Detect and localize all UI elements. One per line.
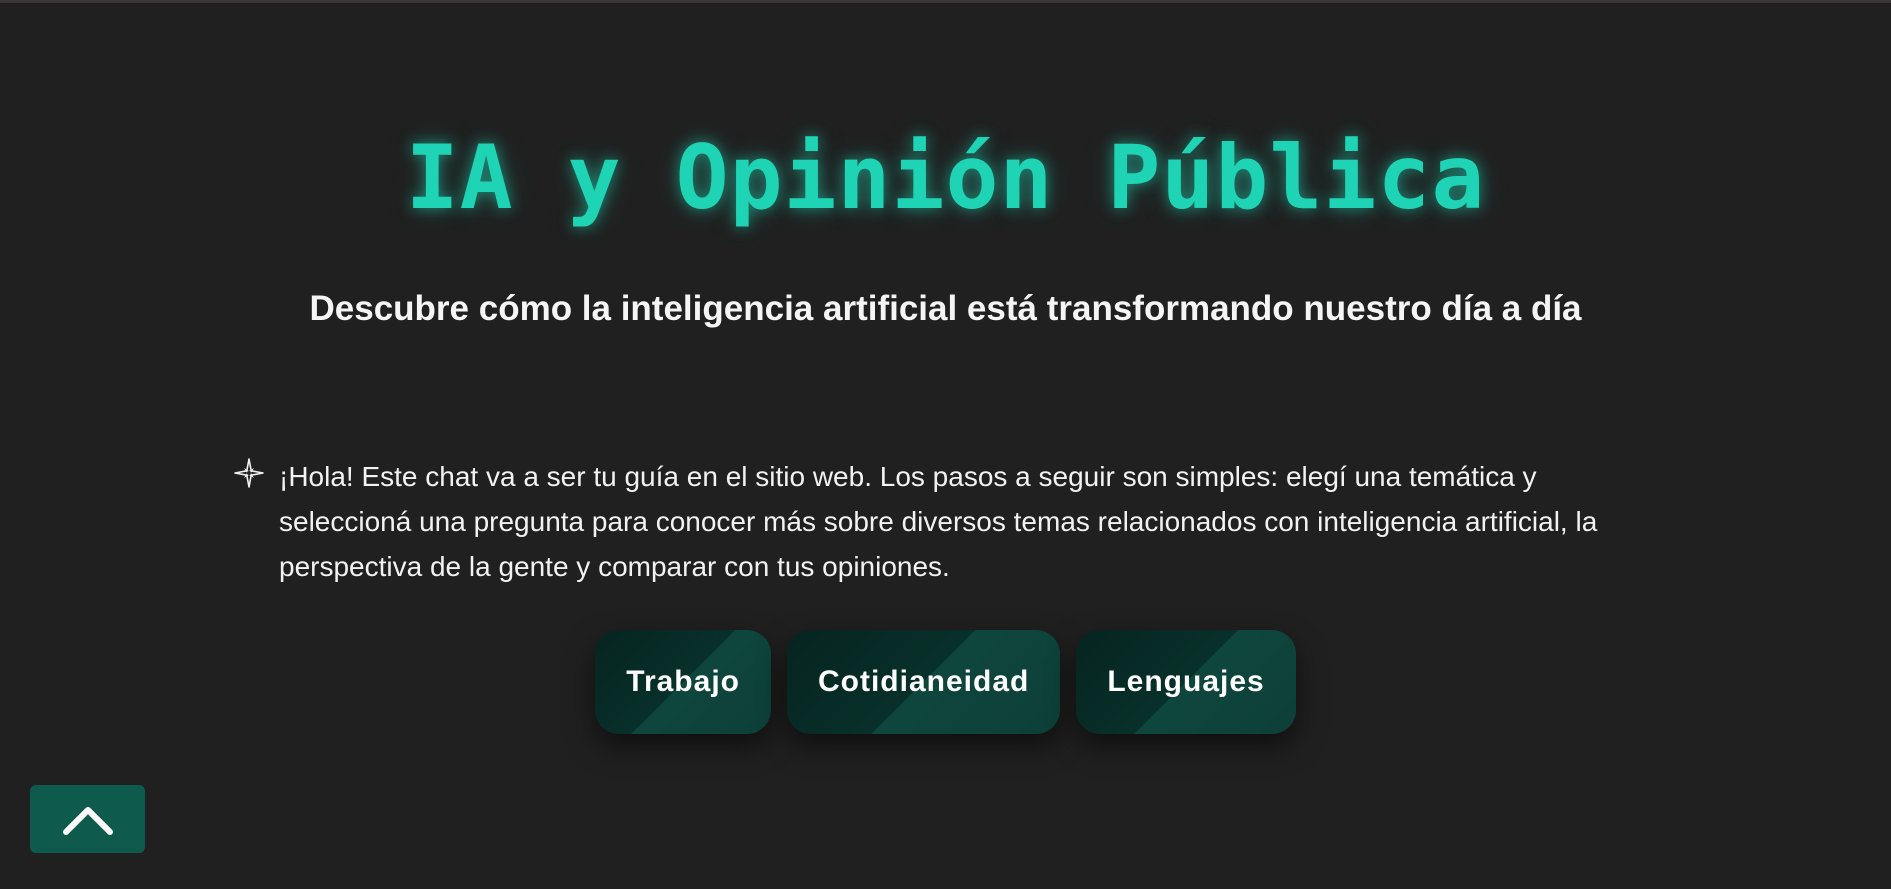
scroll-to-top-button[interactable] bbox=[30, 785, 145, 853]
chevron-up-icon bbox=[62, 807, 113, 835]
compass-star-icon bbox=[234, 458, 264, 488]
chat-message-text: ¡Hola! Este chat va a ser tu guía en el … bbox=[279, 461, 1598, 582]
page-title: IA y Opinión Pública bbox=[405, 126, 1486, 229]
topic-button-trabajo[interactable]: Trabajo bbox=[595, 630, 771, 734]
top-border bbox=[0, 0, 1891, 3]
topic-button-lenguajes[interactable]: Lenguajes bbox=[1076, 630, 1296, 734]
topic-button-cotidianeidad[interactable]: Cotidianeidad bbox=[786, 630, 1061, 734]
page-subtitle: Descubre cómo la inteligencia artificial… bbox=[309, 289, 1582, 328]
topic-buttons: Trabajo Cotidianeidad Lenguajes bbox=[0, 630, 1891, 734]
